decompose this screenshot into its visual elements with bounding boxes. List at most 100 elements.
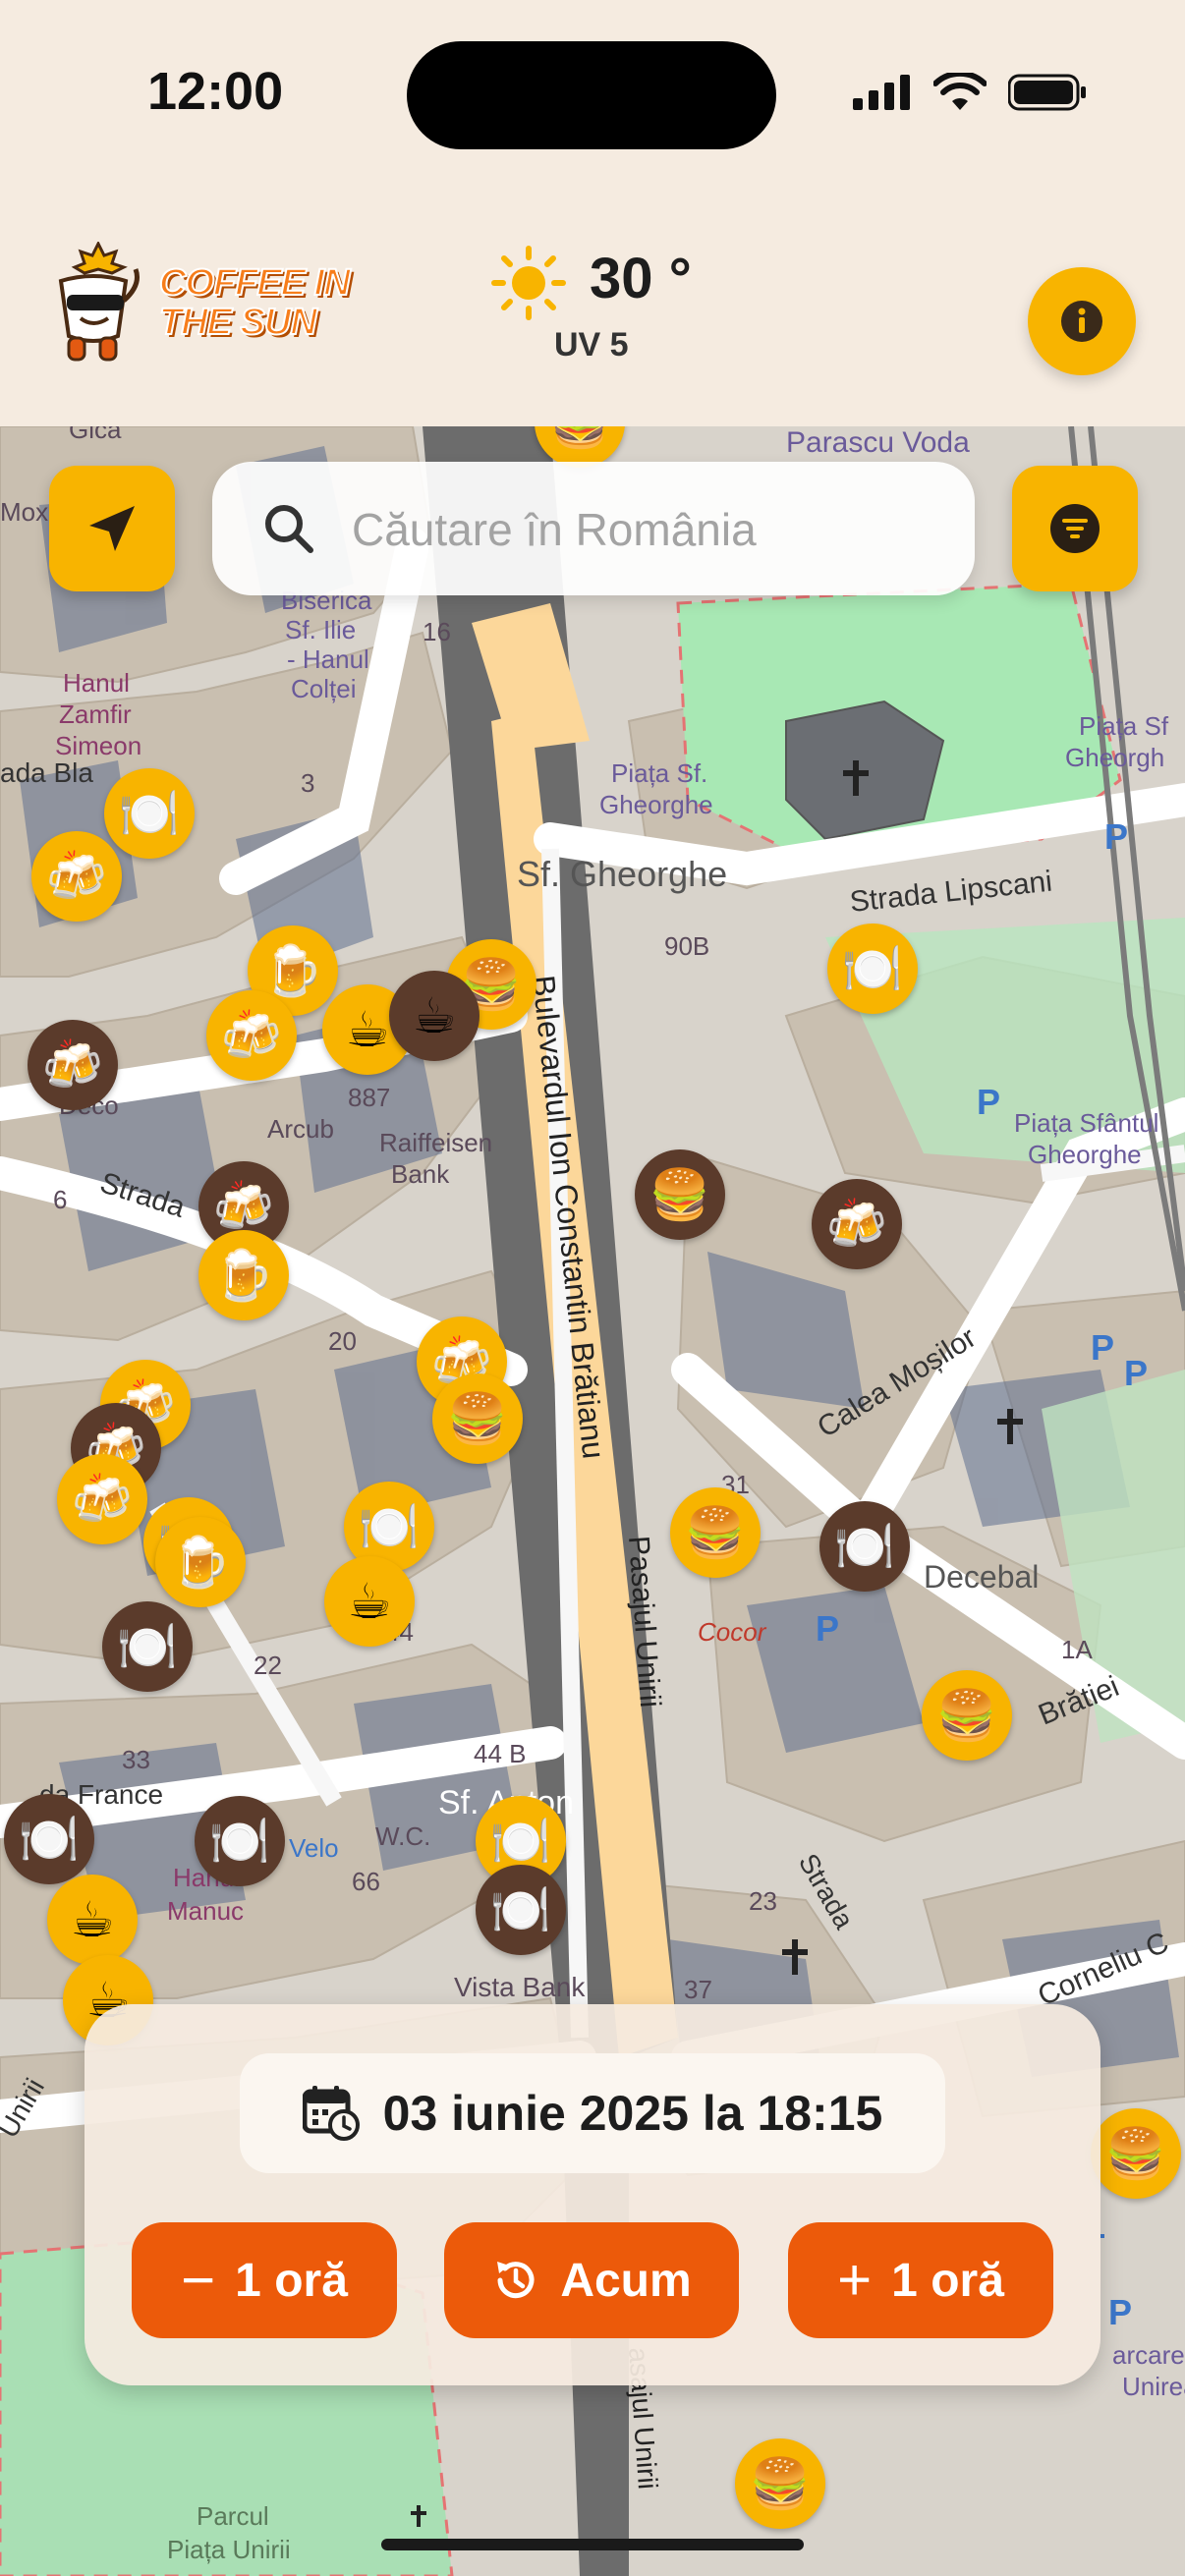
map-pin-burger[interactable]: 🍔	[1091, 2108, 1181, 2199]
wifi-icon	[933, 73, 987, 110]
map-pin-restaurant[interactable]: 🍽️	[104, 768, 195, 859]
map-pin-cafe[interactable]: ☕	[47, 1875, 138, 1965]
map-label-piata-sf-2: Gheorghe	[599, 790, 713, 819]
plus-icon: +	[837, 2247, 873, 2313]
map-pin-beer[interactable]: 🍺	[198, 1230, 289, 1320]
parking-icon: P	[1091, 1327, 1114, 1368]
map-label-parascu: Parascu Voda	[786, 426, 970, 459]
map-label-n3: 3	[301, 768, 314, 798]
map-pin-cafe[interactable]: ☕	[389, 971, 480, 1061]
battery-icon	[1008, 74, 1086, 111]
map-pin-bar[interactable]: 🍻	[31, 831, 122, 922]
map-label-n22: 22	[254, 1651, 282, 1680]
map-label-hanul-1: Hanul	[63, 668, 130, 698]
map-label-n66: 66	[352, 1867, 380, 1896]
map-pin-beer[interactable]: 🍺	[155, 1517, 246, 1607]
map-label-hanul-manuc-2: Manuc	[167, 1896, 244, 1926]
minus-one-hour-label: 1 oră	[235, 2254, 348, 2307]
map-pin-restaurant[interactable]: 🍽️	[819, 1501, 910, 1592]
plus-one-hour-button[interactable]: + 1 oră	[788, 2222, 1053, 2338]
map-label-arcub: Arcub	[267, 1114, 334, 1144]
logo-line-1: COFFEE IN	[158, 262, 352, 304]
status-bar: 12:00	[0, 0, 1185, 187]
map-label-hanul-3: Simeon	[55, 731, 141, 760]
map-label-parcul-2: Piața Unirii	[167, 2535, 291, 2564]
map-label-cocor: Cocor	[698, 1617, 767, 1647]
logo-wordmark: COFFEE IN THE SUN	[158, 262, 352, 343]
mascot-icon	[58, 242, 140, 362]
filter-icon	[1050, 504, 1100, 553]
map-label-piata-sf-right-1: Piața Sf	[1079, 711, 1169, 741]
map-label-velo: Velo	[289, 1833, 339, 1863]
sun-icon	[491, 246, 566, 320]
map-pin-restaurant[interactable]: 🍽️	[195, 1796, 285, 1886]
map-pin-bar[interactable]: 🍻	[57, 1454, 147, 1544]
selected-date-time: 03 iunie 2025 la 18:15	[382, 2086, 883, 2141]
map-label-n1a: 1A	[1061, 1635, 1093, 1664]
map-label-raiffeisen-1: Raiffeisen	[379, 1128, 492, 1157]
now-button[interactable]: Acum	[444, 2222, 739, 2338]
minus-one-hour-button[interactable]: − 1 oră	[132, 2222, 397, 2338]
map-pin-bar[interactable]: 🍻	[206, 990, 297, 1081]
map-label-vista-bank: Vista Bank	[454, 1972, 586, 2002]
map-pin-burger[interactable]: 🍔	[432, 1373, 523, 1464]
info-icon	[1061, 301, 1102, 342]
minus-icon: −	[181, 2247, 216, 2313]
parking-icon: P	[1124, 1353, 1148, 1393]
dynamic-island	[407, 41, 776, 149]
map-label-hanul-2: Zamfir	[59, 700, 132, 729]
search-input[interactable]	[350, 462, 943, 597]
map-label-gica: Gica	[69, 426, 122, 444]
temperature: 30 °	[590, 247, 692, 310]
map-pin-burger[interactable]: 🍔	[670, 1487, 761, 1578]
map-label-biserica-3: - Hanul	[287, 644, 369, 674]
map-pin-burger[interactable]: 🍔	[922, 1670, 1012, 1761]
uv-index: UV 5	[554, 326, 629, 364]
map-label-biserica-2: Sf. Ilie	[285, 615, 356, 644]
map-label-parcul-1: Parcul	[197, 2501, 269, 2531]
now-label: Acum	[560, 2254, 692, 2307]
location-arrow-icon	[89, 506, 135, 551]
map-label-n887: 887	[348, 1083, 390, 1112]
home-indicator[interactable]	[381, 2539, 804, 2550]
calendar-clock-icon	[302, 2086, 360, 2141]
map-label-n20: 20	[328, 1326, 357, 1356]
filter-button[interactable]	[1012, 466, 1138, 591]
parking-icon: P	[977, 1082, 1000, 1122]
map-pin-cafe[interactable]: ☕	[324, 1556, 415, 1647]
map-label-n44b: 44 B	[474, 1739, 527, 1768]
map-label-piata-sfantul-2: Gheorghe	[1028, 1140, 1142, 1169]
map-pin-restaurant[interactable]: 🍽️	[4, 1794, 94, 1884]
map-pin-restaurant[interactable]: 🍽️	[102, 1601, 193, 1692]
map-pin-burger[interactable]: 🍔	[735, 2438, 825, 2529]
search-bar[interactable]	[212, 462, 975, 597]
parking-icon: P	[1108, 2292, 1132, 2332]
signal-icon	[853, 75, 910, 110]
map-label-n16: 16	[423, 617, 451, 646]
app-header: COFFEE IN THE SUN 30 ° UV 5	[0, 187, 1185, 426]
parking-icon: P	[1104, 816, 1128, 857]
history-clock-icon	[497, 2262, 535, 2299]
map-pin-bar[interactable]: 🍻	[28, 1020, 118, 1110]
map-label-decebal: Decebal	[924, 1559, 1039, 1595]
map-label-piata-sf-1: Piața Sf.	[611, 758, 707, 788]
info-button[interactable]	[1028, 267, 1136, 375]
map-pin-restaurant[interactable]: 🍽️	[476, 1865, 566, 1955]
coffee-in-the-sun-logo: COFFEE IN THE SUN	[39, 242, 364, 369]
status-time: 12:00	[147, 62, 284, 121]
search-icon	[265, 505, 313, 553]
map-label-piata-unirea-2: Unirea	[1122, 2372, 1185, 2401]
map-label-moxa: Mox	[0, 497, 48, 527]
map-pin-restaurant[interactable]: 🍽️	[827, 924, 918, 1014]
map-pin-burger[interactable]: 🍔	[635, 1149, 725, 1240]
map-label-raiffeisen-2: Bank	[391, 1159, 450, 1189]
plus-one-hour-label: 1 oră	[891, 2254, 1004, 2307]
time-panel: 03 iunie 2025 la 18:15 − 1 oră Acum + 1 …	[85, 2004, 1100, 2385]
map-label-n37: 37	[684, 1975, 712, 2004]
map-pin-bar[interactable]: 🍻	[812, 1179, 902, 1269]
parking-icon: P	[816, 1608, 839, 1649]
map-label-n6: 6	[53, 1185, 67, 1214]
my-location-button[interactable]	[49, 466, 175, 591]
date-time-selector[interactable]: 03 iunie 2025 la 18:15	[240, 2053, 945, 2173]
map-label-biserica-4: Colței	[291, 674, 356, 703]
